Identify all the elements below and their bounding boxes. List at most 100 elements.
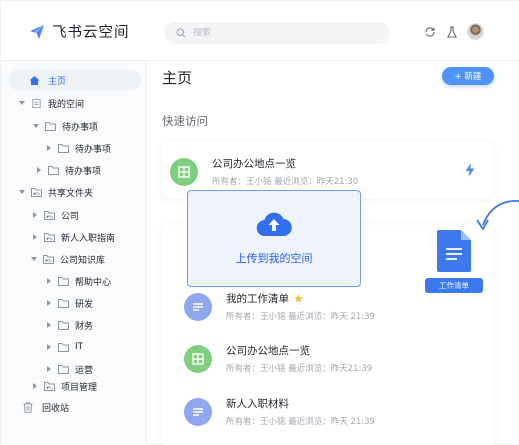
sidebar-item-todo[interactable]: 待办事项: [9, 115, 141, 137]
sidebar-item-finance[interactable]: 财务: [9, 314, 141, 336]
collapse-caret-icon[interactable]: [33, 212, 37, 218]
sidebar-item-label: 待办事项: [65, 166, 102, 177]
sidebar-item-knowledge-base[interactable]: 公司知识库: [9, 248, 141, 270]
sidebar-item-label: 研发: [75, 299, 94, 310]
doc-icon: [184, 292, 212, 321]
file-name-row: 我的工作清单: [226, 291, 375, 306]
shared-folder-icon: [44, 210, 55, 220]
sidebar-item-label: IT: [75, 342, 84, 352]
sync-icon[interactable]: [423, 25, 437, 39]
folder-icon: [48, 165, 59, 175]
file-name: 公司办公地点一览: [226, 345, 310, 357]
home-icon: [29, 75, 40, 85]
sidebar-item-rnd[interactable]: 研发: [9, 292, 141, 314]
file-meta: 所有者：王小铭 最近浏览：昨天 21:39: [226, 312, 375, 322]
expand-caret-icon[interactable]: [33, 124, 39, 128]
collapse-caret-icon[interactable]: [33, 234, 37, 240]
sheet-icon: [184, 344, 212, 373]
drag-arrow-icon: [476, 200, 519, 231]
sidebar-item-trash[interactable]: 回收站: [9, 396, 141, 418]
expand-caret-icon[interactable]: [19, 190, 25, 194]
search-box[interactable]: [164, 22, 390, 44]
user-avatar[interactable]: [467, 23, 484, 40]
folder-icon: [58, 320, 69, 330]
search-icon: [176, 28, 186, 38]
sidebar-item-label: 待办事项: [62, 122, 99, 133]
dragged-file-name: 工作清单: [425, 278, 483, 293]
flask-icon[interactable]: [445, 25, 459, 39]
file-name: 公司办公地点一览: [212, 158, 296, 170]
file-meta: 所有者：王小铭 最近浏览：昨天21:39: [226, 364, 373, 374]
upload-drop-zone[interactable]: 上传到我的空间: [187, 190, 361, 287]
file-meta: 所有者：王小铭 最近浏览：昨天 21:39: [226, 417, 375, 427]
sidebar-item-label: 我的空间: [48, 99, 85, 110]
file-name: 我的工作清单: [226, 293, 289, 305]
sidebar-item-company[interactable]: 公司: [9, 204, 141, 226]
sidebar-item-label: 公司: [61, 211, 80, 222]
page-title: 主页: [162, 69, 193, 87]
sidebar-item-label: 项目管理: [61, 382, 98, 393]
sidebar-item-help-center[interactable]: 帮助中心: [9, 270, 141, 292]
folder-icon: [58, 364, 69, 374]
sidebar-item-label: 待办事项: [75, 144, 112, 155]
brand-name: 飞书云空间: [52, 25, 130, 41]
lightning-icon[interactable]: [465, 163, 475, 177]
expand-caret-icon[interactable]: [31, 257, 37, 261]
dragged-document-icon[interactable]: [437, 230, 471, 272]
sidebar-item-project-management[interactable]: 项目管理: [9, 375, 141, 397]
sidebar-item-todo-2[interactable]: 待办事项: [9, 159, 141, 181]
sidebar-item-my-space[interactable]: 我的空间: [9, 92, 141, 114]
collapse-caret-icon[interactable]: [47, 300, 51, 306]
collapse-caret-icon[interactable]: [47, 322, 51, 328]
shared-folder-icon: [44, 381, 55, 391]
sidebar-item-it[interactable]: IT: [9, 336, 141, 358]
folder-icon: [45, 121, 56, 131]
sidebar-item-label: 回收站: [42, 403, 70, 414]
sidebar: 主页 我的空间 待办事项 待办事项 待办事项 共享文件夹 公司 新人入职指南 公…: [1, 61, 147, 445]
shared-folder-icon: [43, 254, 54, 264]
file-meta: 所有者：王小铭 最近浏览：昨天21:30: [212, 177, 359, 187]
upload-label: 上传到我的空间: [235, 252, 313, 265]
sidebar-item-home[interactable]: 主页: [9, 69, 141, 91]
file-list-item[interactable]: 公司办公地点一览 所有者：王小铭 最近浏览：昨天21:39: [184, 343, 372, 374]
folder-icon: [58, 143, 69, 153]
shared-folder-icon: [44, 232, 55, 242]
file-list-item[interactable]: 我的工作清单 所有者：王小铭 最近浏览：昨天 21:39: [184, 291, 375, 322]
expand-caret-icon[interactable]: [19, 101, 25, 105]
brand[interactable]: 飞书云空间: [29, 21, 130, 42]
sidebar-item-label: 帮助中心: [75, 277, 112, 288]
doc-folder-icon: [32, 98, 41, 108]
doc-icon: [184, 397, 212, 426]
sidebar-item-label: 共享文件夹: [48, 188, 94, 199]
quick-access-title: 快速访问: [162, 114, 208, 128]
folder-icon: [58, 276, 69, 286]
sidebar-item-todo-sub[interactable]: 待办事项: [9, 137, 141, 159]
sidebar-item-label: 财务: [75, 321, 94, 332]
star-icon[interactable]: [294, 294, 303, 303]
sheet-icon: [170, 157, 198, 186]
app-window: 飞书云空间 主页: [0, 0, 519, 445]
collapse-caret-icon[interactable]: [33, 383, 37, 389]
collapse-caret-icon[interactable]: [47, 344, 51, 350]
folder-icon: [58, 298, 69, 308]
shared-folder-icon: [31, 187, 42, 197]
file-name: 新人入职材料: [226, 398, 289, 410]
cloud-upload-icon: [256, 212, 292, 237]
new-button[interactable]: + 新建: [442, 67, 494, 85]
sidebar-item-onboarding[interactable]: 新人入职指南: [9, 226, 141, 248]
sidebar-item-label: 运营: [75, 365, 94, 376]
collapse-caret-icon[interactable]: [47, 145, 51, 151]
collapse-caret-icon[interactable]: [37, 167, 41, 173]
sidebar-item-label: 新人入职指南: [61, 233, 116, 244]
sidebar-item-label: 公司知识库: [60, 255, 106, 266]
collapse-caret-icon[interactable]: [47, 278, 51, 284]
search-input[interactable]: [193, 28, 373, 38]
sidebar-item-label: 主页: [48, 76, 67, 87]
folder-icon: [58, 342, 69, 352]
collapse-caret-icon[interactable]: [47, 366, 51, 372]
sidebar-item-shared[interactable]: 共享文件夹: [9, 181, 141, 203]
quick-access-item[interactable]: 公司办公地点一览 所有者：王小铭 最近浏览：昨天21:30: [170, 156, 358, 187]
top-bar: 飞书云空间: [1, 1, 519, 61]
file-list-item[interactable]: 新人入职材料 所有者：王小铭 最近浏览：昨天 21:39: [184, 396, 375, 427]
paper-plane-logo-icon: [30, 24, 44, 39]
